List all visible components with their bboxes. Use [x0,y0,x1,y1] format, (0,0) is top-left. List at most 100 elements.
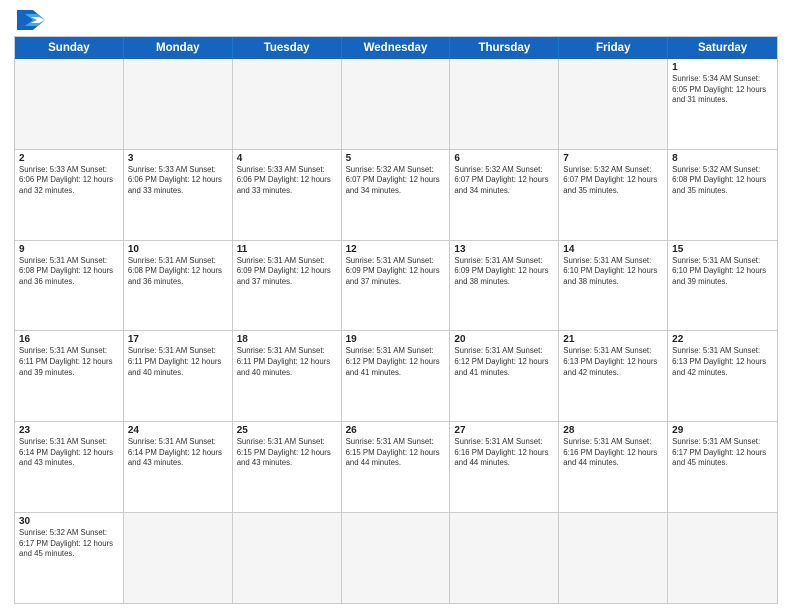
calendar-cell: 18Sunrise: 5:31 AM Sunset: 6:11 PM Dayli… [233,331,342,421]
calendar-cell: 29Sunrise: 5:31 AM Sunset: 6:17 PM Dayli… [668,422,777,512]
calendar-cell [559,59,668,149]
calendar-cell [450,59,559,149]
calendar-cell: 6Sunrise: 5:32 AM Sunset: 6:07 PM Daylig… [450,150,559,240]
day-number: 6 [454,153,554,164]
day-number: 27 [454,425,554,436]
calendar-cell: 10Sunrise: 5:31 AM Sunset: 6:08 PM Dayli… [124,241,233,331]
calendar: SundayMondayTuesdayWednesdayThursdayFrid… [14,36,778,604]
calendar-week-row: 30Sunrise: 5:32 AM Sunset: 6:17 PM Dayli… [15,512,777,603]
calendar-cell: 1Sunrise: 5:34 AM Sunset: 6:05 PM Daylig… [668,59,777,149]
day-info: Sunrise: 5:32 AM Sunset: 6:17 PM Dayligh… [19,528,119,560]
day-number: 3 [128,153,228,164]
day-info: Sunrise: 5:31 AM Sunset: 6:09 PM Dayligh… [454,256,554,288]
day-number: 28 [563,425,663,436]
day-number: 30 [19,516,119,527]
calendar-header-row: SundayMondayTuesdayWednesdayThursdayFrid… [15,37,777,59]
calendar-cell [233,513,342,603]
day-number: 13 [454,244,554,255]
day-number: 11 [237,244,337,255]
calendar-cell [668,513,777,603]
calendar-cell: 16Sunrise: 5:31 AM Sunset: 6:11 PM Dayli… [15,331,124,421]
day-info: Sunrise: 5:31 AM Sunset: 6:14 PM Dayligh… [19,437,119,469]
day-number: 15 [672,244,773,255]
day-number: 14 [563,244,663,255]
calendar-cell: 9Sunrise: 5:31 AM Sunset: 6:08 PM Daylig… [15,241,124,331]
page: SundayMondayTuesdayWednesdayThursdayFrid… [0,0,792,612]
day-info: Sunrise: 5:31 AM Sunset: 6:12 PM Dayligh… [346,346,446,378]
day-info: Sunrise: 5:31 AM Sunset: 6:11 PM Dayligh… [128,346,228,378]
calendar-week-row: 23Sunrise: 5:31 AM Sunset: 6:14 PM Dayli… [15,421,777,512]
day-number: 21 [563,334,663,345]
day-number: 20 [454,334,554,345]
day-info: Sunrise: 5:31 AM Sunset: 6:11 PM Dayligh… [237,346,337,378]
calendar-header-cell: Tuesday [233,37,342,59]
calendar-cell: 21Sunrise: 5:31 AM Sunset: 6:13 PM Dayli… [559,331,668,421]
calendar-cell: 28Sunrise: 5:31 AM Sunset: 6:16 PM Dayli… [559,422,668,512]
calendar-week-row: 2Sunrise: 5:33 AM Sunset: 6:06 PM Daylig… [15,149,777,240]
day-number: 17 [128,334,228,345]
calendar-cell: 4Sunrise: 5:33 AM Sunset: 6:06 PM Daylig… [233,150,342,240]
day-info: Sunrise: 5:31 AM Sunset: 6:09 PM Dayligh… [346,256,446,288]
calendar-cell: 7Sunrise: 5:32 AM Sunset: 6:07 PM Daylig… [559,150,668,240]
calendar-week-row: 1Sunrise: 5:34 AM Sunset: 6:05 PM Daylig… [15,59,777,149]
day-info: Sunrise: 5:34 AM Sunset: 6:05 PM Dayligh… [672,74,773,106]
day-number: 7 [563,153,663,164]
day-info: Sunrise: 5:31 AM Sunset: 6:16 PM Dayligh… [563,437,663,469]
day-number: 22 [672,334,773,345]
day-number: 18 [237,334,337,345]
calendar-cell: 5Sunrise: 5:32 AM Sunset: 6:07 PM Daylig… [342,150,451,240]
calendar-cell: 23Sunrise: 5:31 AM Sunset: 6:14 PM Dayli… [15,422,124,512]
calendar-cell: 11Sunrise: 5:31 AM Sunset: 6:09 PM Dayli… [233,241,342,331]
day-number: 25 [237,425,337,436]
calendar-body: 1Sunrise: 5:34 AM Sunset: 6:05 PM Daylig… [15,59,777,603]
day-number: 10 [128,244,228,255]
day-info: Sunrise: 5:32 AM Sunset: 6:08 PM Dayligh… [672,165,773,197]
day-number: 5 [346,153,446,164]
day-info: Sunrise: 5:31 AM Sunset: 6:08 PM Dayligh… [19,256,119,288]
day-number: 19 [346,334,446,345]
day-number: 24 [128,425,228,436]
calendar-cell: 27Sunrise: 5:31 AM Sunset: 6:16 PM Dayli… [450,422,559,512]
day-number: 23 [19,425,119,436]
calendar-cell: 12Sunrise: 5:31 AM Sunset: 6:09 PM Dayli… [342,241,451,331]
day-info: Sunrise: 5:31 AM Sunset: 6:13 PM Dayligh… [563,346,663,378]
day-info: Sunrise: 5:31 AM Sunset: 6:13 PM Dayligh… [672,346,773,378]
day-info: Sunrise: 5:31 AM Sunset: 6:11 PM Dayligh… [19,346,119,378]
day-info: Sunrise: 5:33 AM Sunset: 6:06 PM Dayligh… [128,165,228,197]
day-number: 16 [19,334,119,345]
calendar-week-row: 16Sunrise: 5:31 AM Sunset: 6:11 PM Dayli… [15,330,777,421]
calendar-cell: 24Sunrise: 5:31 AM Sunset: 6:14 PM Dayli… [124,422,233,512]
calendar-cell [342,513,451,603]
day-number: 26 [346,425,446,436]
day-number: 1 [672,62,773,73]
day-info: Sunrise: 5:32 AM Sunset: 6:07 PM Dayligh… [454,165,554,197]
day-info: Sunrise: 5:31 AM Sunset: 6:12 PM Dayligh… [454,346,554,378]
calendar-cell: 3Sunrise: 5:33 AM Sunset: 6:06 PM Daylig… [124,150,233,240]
calendar-header-cell: Saturday [668,37,777,59]
calendar-cell: 14Sunrise: 5:31 AM Sunset: 6:10 PM Dayli… [559,241,668,331]
calendar-cell [15,59,124,149]
day-info: Sunrise: 5:32 AM Sunset: 6:07 PM Dayligh… [563,165,663,197]
logo-blue-icon [17,10,45,30]
day-number: 12 [346,244,446,255]
calendar-cell [124,513,233,603]
day-info: Sunrise: 5:33 AM Sunset: 6:06 PM Dayligh… [19,165,119,197]
day-number: 4 [237,153,337,164]
calendar-header-cell: Thursday [450,37,559,59]
calendar-cell [124,59,233,149]
calendar-cell [559,513,668,603]
calendar-header-cell: Wednesday [342,37,451,59]
calendar-cell [342,59,451,149]
calendar-cell: 22Sunrise: 5:31 AM Sunset: 6:13 PM Dayli… [668,331,777,421]
calendar-cell: 8Sunrise: 5:32 AM Sunset: 6:08 PM Daylig… [668,150,777,240]
calendar-cell: 13Sunrise: 5:31 AM Sunset: 6:09 PM Dayli… [450,241,559,331]
calendar-cell [233,59,342,149]
calendar-cell: 2Sunrise: 5:33 AM Sunset: 6:06 PM Daylig… [15,150,124,240]
calendar-header-cell: Sunday [15,37,124,59]
calendar-cell: 26Sunrise: 5:31 AM Sunset: 6:15 PM Dayli… [342,422,451,512]
calendar-cell: 15Sunrise: 5:31 AM Sunset: 6:10 PM Dayli… [668,241,777,331]
day-number: 9 [19,244,119,255]
day-info: Sunrise: 5:31 AM Sunset: 6:08 PM Dayligh… [128,256,228,288]
day-number: 29 [672,425,773,436]
calendar-header-cell: Monday [124,37,233,59]
